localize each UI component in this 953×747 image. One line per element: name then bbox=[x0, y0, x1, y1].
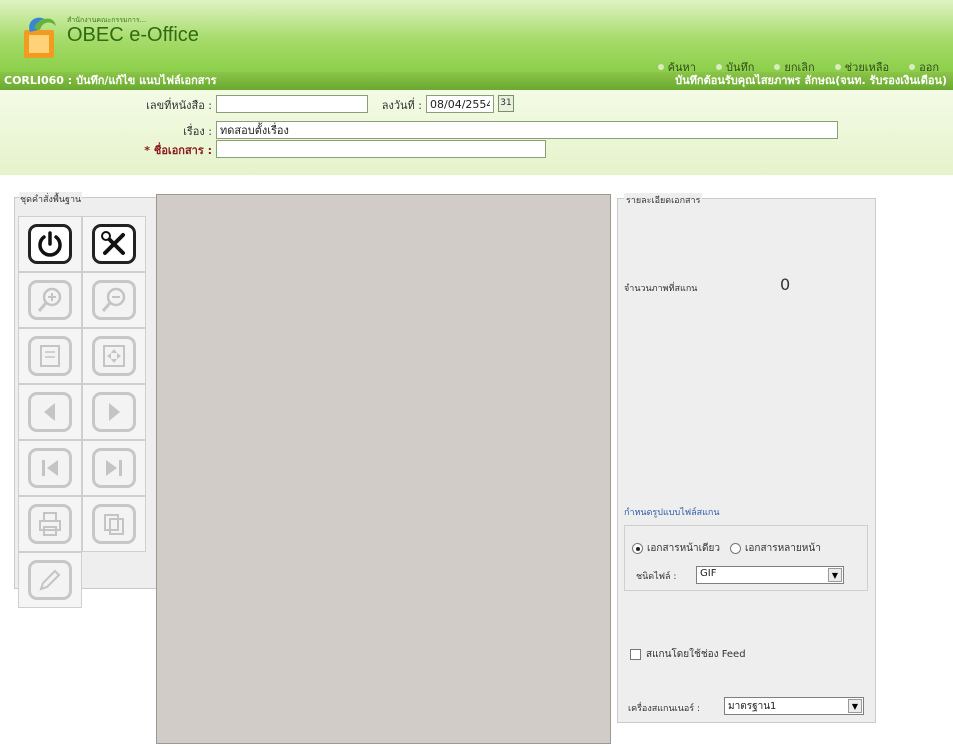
feeder-label: สแกนโดยใช้ช่อง Feed bbox=[646, 649, 746, 660]
dropdown-arrow-icon[interactable]: ▼ bbox=[828, 568, 842, 582]
zoom-out-button[interactable] bbox=[92, 280, 136, 320]
scanner-select[interactable]: มาตรฐาน1 ▼ bbox=[724, 697, 864, 715]
bullet-icon bbox=[909, 64, 916, 70]
next-page-button[interactable] bbox=[92, 392, 136, 432]
dropdown-arrow-icon[interactable]: ▼ bbox=[848, 699, 862, 713]
subject-input[interactable] bbox=[216, 121, 838, 139]
prev-page-button[interactable] bbox=[28, 392, 72, 432]
fit-width-button[interactable] bbox=[92, 336, 136, 376]
bullet-icon bbox=[715, 64, 722, 70]
docname-input[interactable] bbox=[216, 140, 546, 158]
print-icon bbox=[39, 512, 61, 536]
doc-no-label: เลขที่หนังสือ : bbox=[146, 99, 212, 112]
power-icon bbox=[38, 231, 62, 257]
filetype-value: GIF bbox=[700, 568, 717, 579]
tool-cell bbox=[82, 272, 146, 328]
tool-cell bbox=[82, 216, 146, 272]
page-count-label: จำนวนภาพที่สแกน bbox=[624, 284, 698, 294]
feeder-option[interactable]: สแกนโดยใช้ช่อง Feed bbox=[630, 647, 746, 662]
last-page-icon bbox=[106, 460, 122, 476]
scanner-value: มาตรฐาน1 bbox=[728, 701, 777, 712]
scan-format-legend: กำหนดรูปแบบไฟล์สแกน bbox=[624, 508, 720, 518]
edit-button[interactable] bbox=[28, 560, 72, 600]
fit-width-icon bbox=[103, 345, 125, 367]
fit-page-button[interactable] bbox=[28, 336, 72, 376]
tool-cell bbox=[18, 552, 82, 608]
bullet-icon bbox=[774, 64, 781, 70]
tool-cell bbox=[18, 328, 82, 384]
page-count-value: 0 bbox=[780, 275, 791, 294]
settings-button[interactable] bbox=[92, 224, 136, 264]
bullet-icon bbox=[834, 64, 841, 70]
details-legend: รายละเอียดเอกสาร bbox=[624, 193, 703, 207]
scan-mode-radios: เอกสารหน้าเดียว เอกสารหลายหน้า bbox=[632, 541, 821, 556]
power-button[interactable] bbox=[28, 224, 72, 264]
tool-cell bbox=[18, 272, 82, 328]
tool-cell bbox=[82, 384, 146, 440]
doc-no-input[interactable] bbox=[216, 95, 368, 113]
radio-multi-label: เอกสารหลายหน้า bbox=[745, 543, 821, 554]
next-page-icon bbox=[109, 403, 120, 421]
filetype-label: ชนิดไฟล์ : bbox=[636, 572, 677, 582]
filetype-select[interactable]: GIF ▼ bbox=[696, 566, 844, 584]
tool-cell bbox=[18, 496, 82, 552]
copy-icon bbox=[104, 514, 124, 535]
feeder-checkbox[interactable] bbox=[630, 649, 641, 660]
tool-cell bbox=[18, 440, 82, 496]
fit-page-icon bbox=[40, 345, 60, 367]
tool-panel-legend: ชุดคำสั่งพื้นฐาน bbox=[19, 192, 83, 206]
tool-cell bbox=[82, 328, 146, 384]
docname-label: * ชื่อเอกสาร : bbox=[144, 144, 212, 157]
zoom-in-button[interactable] bbox=[28, 280, 72, 320]
tool-cell bbox=[82, 496, 146, 552]
page-titlebar: CORLI060 : บันทึก/แก้ไข แนบไฟล์เอกสาร บั… bbox=[0, 72, 953, 90]
scanner-label: เครื่องสแกนเนอร์ : bbox=[628, 704, 700, 714]
radio-single-label: เอกสารหน้าเดียว bbox=[647, 543, 720, 554]
app-header: สำนักงานคณะกรรมการ... OBEC e-Office ค้นห… bbox=[0, 0, 953, 74]
radio-multi-page[interactable]: เอกสารหลายหน้า bbox=[730, 541, 821, 556]
tools-icon bbox=[101, 231, 125, 255]
zoom-in-icon bbox=[37, 287, 62, 312]
date-input[interactable] bbox=[426, 95, 494, 113]
last-page-button[interactable] bbox=[92, 448, 136, 488]
document-details-panel: รายละเอียดเอกสาร จำนวนภาพที่สแกน 0 กำหนด… bbox=[617, 193, 876, 723]
subject-label: เรื่อง : bbox=[183, 125, 212, 138]
date-label: ลงวันที่ : bbox=[381, 99, 422, 112]
page-title: CORLI060 : บันทึก/แก้ไข แนบไฟล์เอกสาร bbox=[4, 74, 217, 87]
print-button[interactable] bbox=[28, 504, 72, 544]
calendar-button[interactable]: 31 bbox=[498, 95, 514, 112]
prev-page-icon bbox=[44, 403, 55, 421]
user-greeting: บันทึกต้อนรับคุณไสยภาพร ลักษณ(จนท. รับรอ… bbox=[675, 74, 947, 87]
main-content: ชุดคำสั่งพื้นฐาน รายละเอียดเอกสาร จำนวนภ… bbox=[0, 175, 953, 747]
app-title: OBEC e-Office bbox=[67, 24, 199, 46]
radio-single-page[interactable]: เอกสารหน้าเดียว bbox=[632, 541, 720, 556]
tool-cell bbox=[82, 440, 146, 496]
tool-panel: ชุดคำสั่งพื้นฐาน bbox=[14, 192, 160, 608]
first-page-button[interactable] bbox=[28, 448, 72, 488]
tool-cell bbox=[18, 384, 82, 440]
copy-button[interactable] bbox=[92, 504, 136, 544]
app-logo-icon bbox=[24, 17, 56, 58]
radio-button[interactable] bbox=[632, 542, 643, 554]
tool-cell bbox=[18, 216, 82, 272]
document-viewer[interactable] bbox=[156, 194, 611, 744]
edit-icon bbox=[39, 569, 61, 591]
document-form: เลขที่หนังสือ : ลงวันที่ : 31 เรื่อง : *… bbox=[0, 90, 953, 175]
first-page-icon bbox=[42, 460, 58, 476]
bullet-icon bbox=[657, 64, 664, 70]
zoom-out-icon bbox=[101, 287, 126, 312]
radio-button[interactable] bbox=[730, 542, 741, 554]
